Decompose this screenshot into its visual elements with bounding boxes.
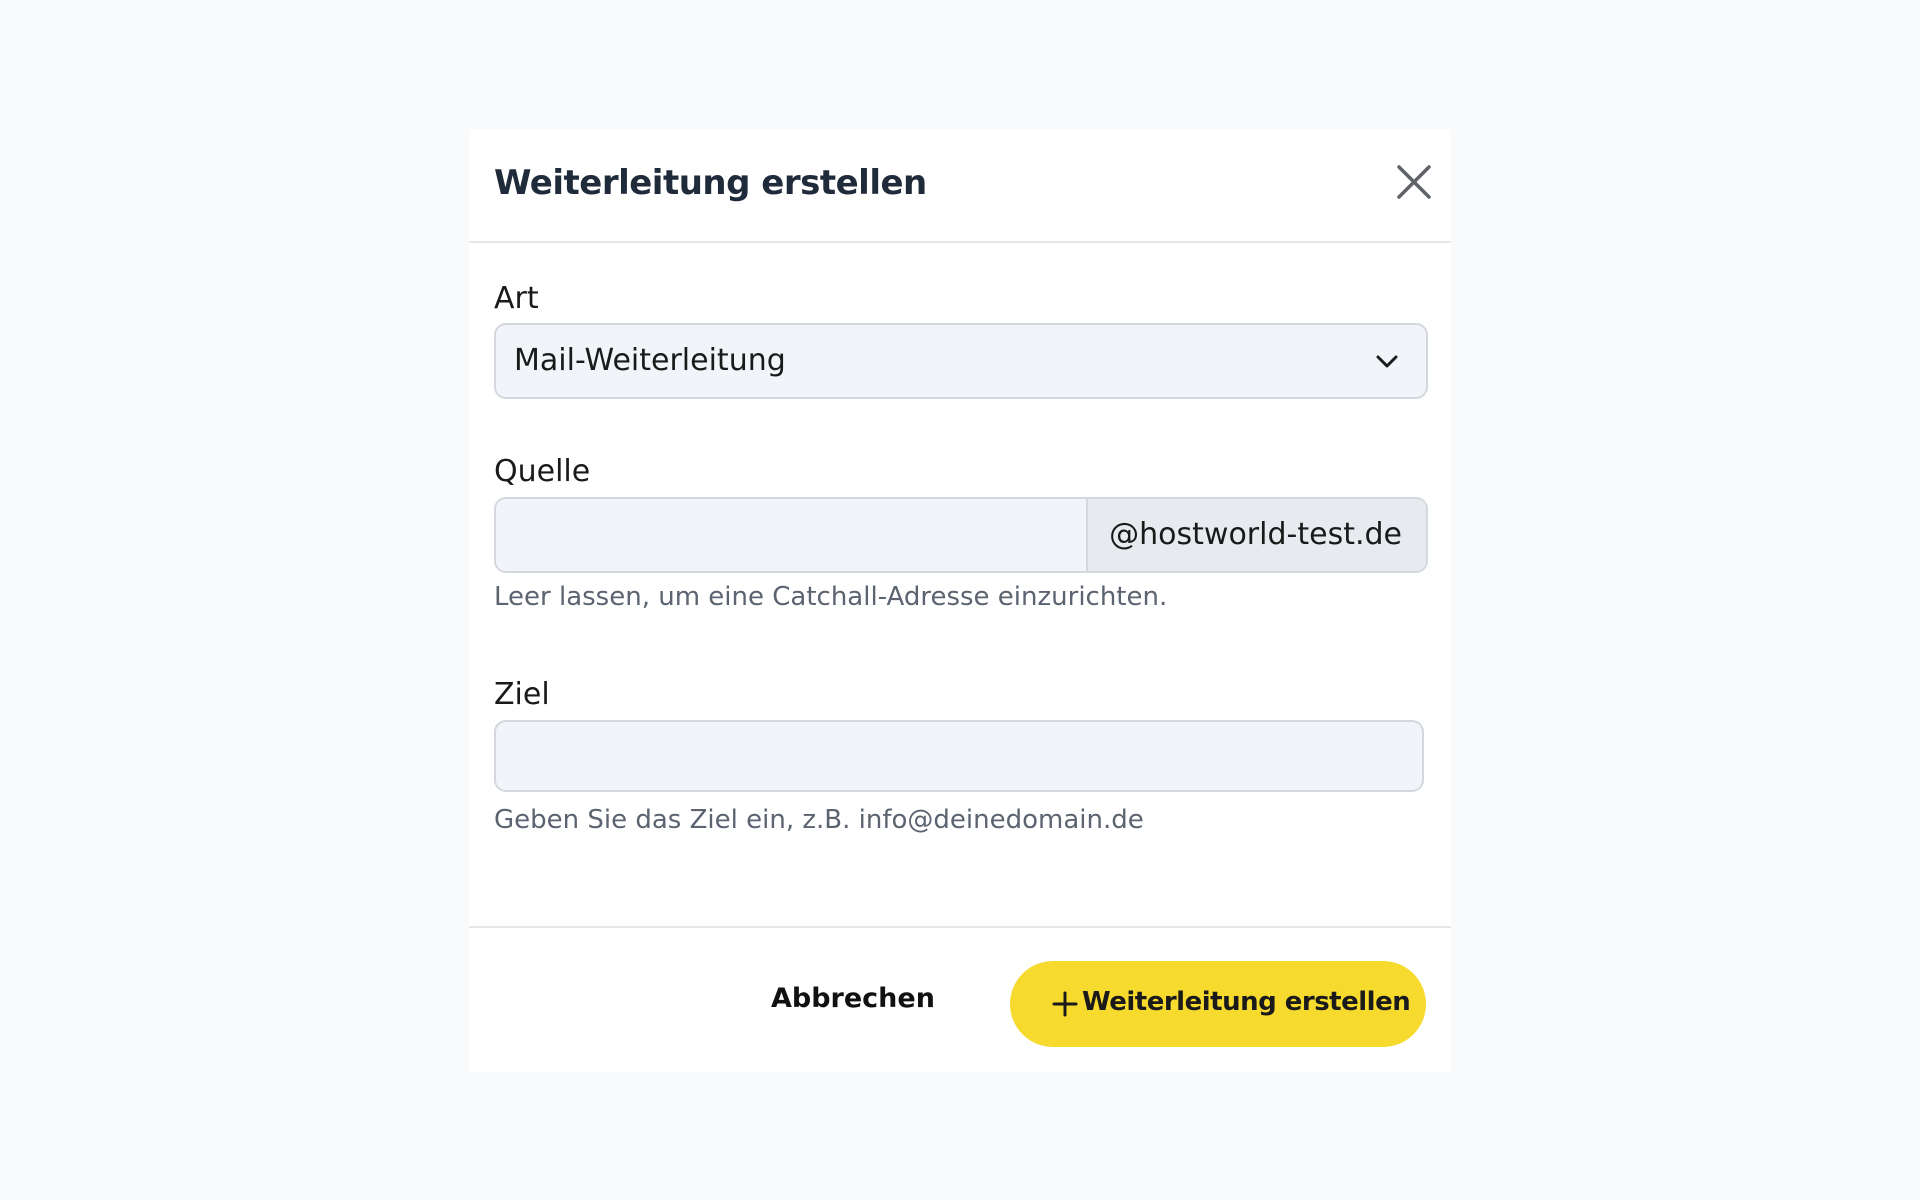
source-input[interactable]: [496, 499, 1086, 571]
type-select[interactable]: Mail-Weiterleitung: [494, 323, 1428, 399]
type-label: Art: [494, 281, 539, 316]
dialog-title: Weiterleitung erstellen: [494, 163, 927, 203]
target-label: Ziel: [494, 677, 550, 712]
close-button[interactable]: [1389, 157, 1439, 207]
create-forwarding-dialog: Weiterleitung erstellen Art Mail-Weiterl…: [469, 129, 1451, 1072]
plus-icon: [1052, 991, 1078, 1017]
target-input[interactable]: [494, 720, 1424, 792]
type-select-value: Mail-Weiterleitung: [514, 343, 786, 378]
source-input-group: @hostworld-test.de: [494, 497, 1428, 573]
dialog-header: Weiterleitung erstellen: [469, 129, 1451, 243]
source-domain-suffix-text: @hostworld-test.de: [1109, 517, 1402, 552]
source-help-text: Leer lassen, um eine Catchall-Adresse ei…: [494, 582, 1168, 612]
cancel-button[interactable]: Abbrechen: [771, 978, 935, 1018]
source-label: Quelle: [494, 454, 591, 489]
target-help-text: Geben Sie das Ziel ein, z.B. info@deined…: [494, 805, 1144, 835]
dialog-footer: Abbrechen Weiterleitung erstellen: [469, 926, 1451, 1074]
source-domain-suffix: @hostworld-test.de: [1086, 499, 1426, 571]
chevron-down-icon: [1376, 355, 1398, 368]
create-forwarding-button[interactable]: Weiterleitung erstellen: [1010, 961, 1426, 1047]
close-icon: [1397, 165, 1431, 199]
cancel-button-label: Abbrechen: [771, 982, 935, 1014]
create-forwarding-button-label: Weiterleitung erstellen: [1082, 987, 1411, 1017]
